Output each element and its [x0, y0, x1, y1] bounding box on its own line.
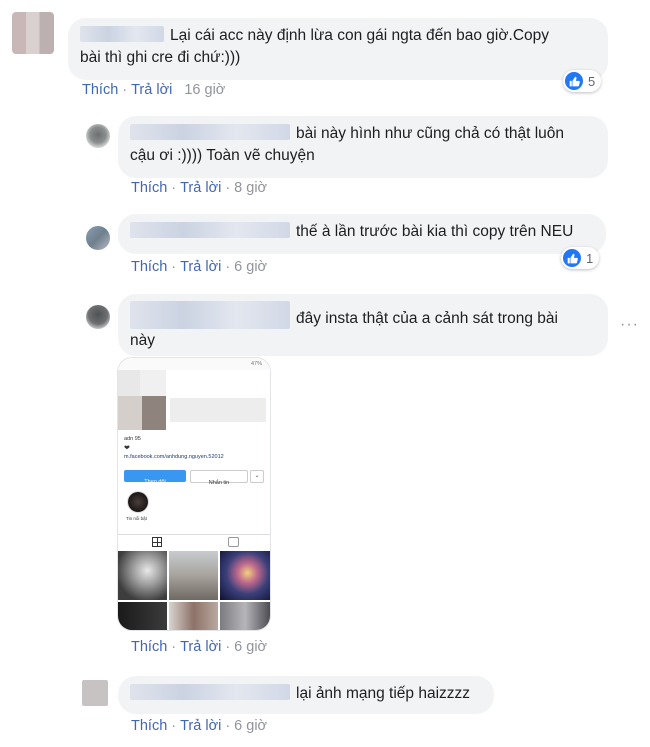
reaction-count[interactable]: 1 — [561, 247, 600, 269]
comment-bubble: Lại cái acc này định lừa con gái ngta đế… — [68, 18, 608, 80]
like-link[interactable]: Thích — [131, 180, 167, 196]
more-dots-icon[interactable]: ··· — [620, 316, 639, 334]
avatar[interactable] — [82, 680, 108, 706]
commenter-name[interactable] — [130, 684, 290, 700]
comment-text: lại ảnh mạng tiếp haizzzz — [296, 685, 471, 702]
photo-thumbnail — [169, 551, 218, 600]
like-link[interactable]: Thích — [82, 82, 118, 98]
photo-thumbnail — [118, 602, 167, 630]
reaction-count[interactable]: 5 — [563, 70, 602, 92]
attached-image[interactable]: 47% adn 95 ❤ m.facebook.com/anhdung.nguy… — [118, 358, 270, 630]
photo-thumbnail — [220, 551, 270, 600]
like-link[interactable]: Thích — [131, 639, 167, 655]
commenter-name[interactable] — [80, 26, 164, 42]
profile-handle: adn 95 — [124, 436, 141, 442]
highlight-avatar — [128, 492, 148, 512]
comment-bubble: thế à lần trước bài kia thì copy trên NE… — [118, 214, 606, 254]
comment-text: thế à lần trước bài kia thì copy trên NE… — [296, 223, 574, 240]
grid-icon — [152, 537, 162, 547]
photo-thumbnail — [118, 551, 167, 600]
follow-button: Theo dõi — [124, 470, 186, 485]
message-button: Nhắn tin — [190, 470, 248, 486]
avatar[interactable] — [86, 124, 110, 148]
comment-bubble: bài này hình như cũng chả có thật luôn c… — [118, 116, 608, 178]
comment-text: bài thì ghi cre đi chứ:))) — [80, 49, 241, 66]
comment-text: Lại cái acc này định lừa con gái ngta đế… — [170, 27, 550, 44]
timestamp[interactable]: 16 giờ — [184, 82, 225, 98]
highlight-label: Tin nổi bật — [126, 516, 147, 521]
status-bar: 47% — [118, 358, 270, 370]
comment-text: này — [130, 332, 155, 349]
like-link[interactable]: Thích — [131, 259, 167, 275]
avatar[interactable] — [86, 305, 110, 329]
photo-thumbnail — [220, 602, 270, 630]
timestamp[interactable]: 8 giờ — [234, 180, 267, 196]
reply-link[interactable]: Trả lời — [131, 82, 172, 98]
reply-link[interactable]: Trả lời — [180, 259, 221, 275]
reply-link[interactable]: Trả lời — [180, 180, 221, 196]
tagged-icon — [228, 537, 239, 547]
timestamp[interactable]: 6 giờ — [234, 718, 267, 734]
like-reaction-icon — [565, 72, 583, 90]
commenter-name[interactable] — [130, 301, 290, 329]
timestamp[interactable]: 6 giờ — [234, 639, 267, 655]
comment-bubble: đây insta thật của a cảnh sát trong bài … — [118, 294, 608, 356]
reply-link[interactable]: Trả lời — [180, 639, 221, 655]
comment-text: cậu ơi :)))) Toàn vẽ chuyện — [130, 147, 315, 164]
avatar[interactable] — [86, 226, 110, 250]
profile-link: m.facebook.com/anhdung.nguyen.52012 — [124, 454, 224, 460]
comment-actions: Thích · Trả lời · 6 giờ — [131, 718, 268, 734]
comment-actions: Thích · Trả lời · 6 giờ — [131, 639, 268, 655]
comment-text: đây insta thật của a cảnh sát trong bài — [296, 310, 558, 327]
reply-link[interactable]: Trả lời — [180, 718, 221, 734]
commenter-name[interactable] — [130, 222, 290, 238]
photo-thumbnail — [169, 602, 218, 630]
like-reaction-icon — [563, 249, 581, 267]
comment-actions: Thích · Trả lời 16 giờ — [82, 82, 226, 98]
commenter-name[interactable] — [130, 124, 290, 140]
comment-bubble: lại ảnh mạng tiếp haizzzz — [118, 676, 494, 714]
like-link[interactable]: Thích — [131, 718, 167, 734]
heart-icon: ❤ — [124, 445, 130, 452]
timestamp[interactable]: 6 giờ — [234, 259, 267, 275]
chevron-down-icon: ⌄ — [250, 470, 264, 483]
comment-text: bài này hình như cũng chả có thật luôn — [296, 125, 565, 142]
avatar[interactable] — [12, 12, 54, 54]
comment-actions: Thích · Trả lời · 6 giờ — [131, 259, 268, 275]
comment-actions: Thích · Trả lời · 8 giờ — [131, 180, 268, 196]
